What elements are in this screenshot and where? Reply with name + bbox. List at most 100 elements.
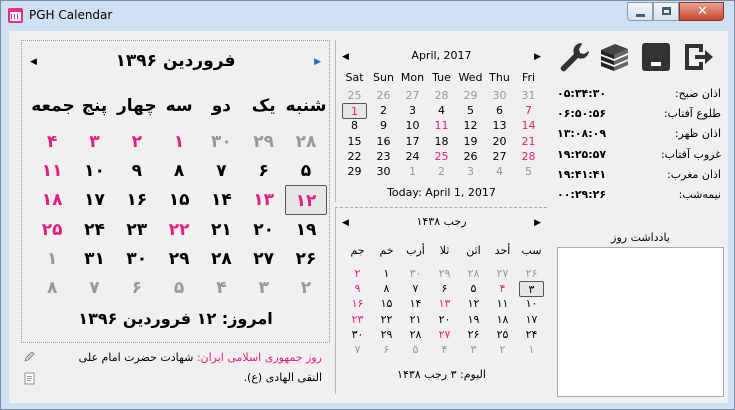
persian-day-cell[interactable]: ۷ — [200, 156, 242, 186]
persian-day-cell[interactable]: ۲ — [116, 127, 158, 157]
persian-day-cell[interactable]: ۸ — [31, 273, 73, 303]
persian-day-cell[interactable]: ۲۷ — [243, 244, 285, 274]
persian-day-cell[interactable]: ۱۸ — [31, 185, 73, 215]
day-cell[interactable]: 1 — [400, 164, 425, 180]
memo-box[interactable] — [557, 247, 724, 397]
day-cell[interactable]: ۴ — [432, 342, 457, 358]
persian-day-cell[interactable]: ۱۹ — [285, 215, 327, 245]
day-cell[interactable]: 21 — [516, 134, 541, 150]
persian-day-cell[interactable]: ۲۰ — [243, 215, 285, 245]
day-cell[interactable]: 3 — [400, 103, 425, 119]
day-cell[interactable]: ۱۲ — [461, 296, 486, 312]
day-cell[interactable]: 25 — [342, 88, 367, 104]
day-cell[interactable]: 5 — [516, 164, 541, 180]
day-cell[interactable]: 19 — [458, 134, 483, 150]
day-cell[interactable]: 29 — [458, 88, 483, 104]
day-cell[interactable]: ۲۳ — [345, 312, 370, 328]
day-cell[interactable]: 16 — [371, 134, 396, 150]
persian-day-cell[interactable]: ۲۹ — [158, 244, 200, 274]
day-cell[interactable]: 20 — [487, 134, 512, 150]
persian-day-cell[interactable]: ۴ — [200, 273, 242, 303]
day-cell[interactable]: ۲۱ — [403, 312, 428, 328]
persian-day-cell[interactable]: ۲۹ — [243, 127, 285, 157]
persian-day-cell[interactable]: ۲۱ — [200, 215, 242, 245]
day-cell[interactable]: 28 — [429, 88, 454, 104]
document-icon[interactable] — [24, 372, 36, 385]
day-cell[interactable]: ۱۴ — [403, 296, 428, 312]
persian-day-cell[interactable]: ۲۲ — [158, 215, 200, 245]
exit-icon[interactable] — [681, 40, 715, 74]
day-cell[interactable]: 28 — [516, 149, 541, 165]
day-cell[interactable]: ۵ — [461, 281, 486, 297]
day-cell[interactable]: ۴ — [490, 281, 515, 297]
day-cell[interactable]: 9 — [371, 118, 396, 134]
persian-day-cell[interactable]: ۸ — [158, 156, 200, 186]
day-cell[interactable]: ۱۰ — [519, 296, 544, 312]
books-icon[interactable] — [597, 40, 631, 74]
maximize-button[interactable] — [653, 2, 679, 21]
persian-day-cell[interactable]: ۲۳ — [116, 215, 158, 245]
persian-day-cell[interactable]: ۲۸ — [285, 127, 327, 157]
day-cell[interactable]: 26 — [458, 149, 483, 165]
persian-day-cell[interactable]: ۱ — [31, 244, 73, 274]
persian-day-cell[interactable]: ۳ — [243, 273, 285, 303]
day-cell[interactable]: ۲۸ — [403, 327, 428, 343]
day-cell[interactable]: ۲۴ — [519, 327, 544, 343]
day-cell[interactable]: 24 — [400, 149, 425, 165]
persian-day-cell[interactable]: ۱۷ — [74, 185, 116, 215]
persian-day-cell[interactable]: ۳۰ — [116, 244, 158, 274]
day-cell[interactable]: ۲۵ — [490, 327, 515, 343]
day-cell[interactable]: ۱۵ — [374, 296, 399, 312]
day-cell[interactable]: ۲ — [490, 342, 515, 358]
persian-day-cell[interactable]: ۳۱ — [74, 244, 116, 274]
persian-day-cell[interactable]: ۲۶ — [285, 244, 327, 274]
day-cell[interactable]: 17 — [400, 134, 425, 150]
day-cell[interactable]: ۲۷ — [490, 266, 515, 282]
day-cell[interactable]: 2 — [371, 103, 396, 119]
day-cell[interactable]: ۷ — [345, 342, 370, 358]
day-cell[interactable]: ۲ — [345, 266, 370, 282]
day-cell[interactable]: ۲۸ — [461, 266, 486, 282]
day-cell[interactable]: ۲۶ — [461, 327, 486, 343]
day-cell[interactable]: ۵ — [403, 342, 428, 358]
persian-day-cell[interactable]: ۱۳ — [243, 185, 285, 215]
persian-today-label[interactable]: امروز: ۱۲ فروردین ۱۳۹۶ — [22, 309, 329, 328]
gregorian-today-label[interactable]: Today: April 1, 2017 — [336, 186, 547, 199]
day-cell[interactable]: 30 — [371, 164, 396, 180]
minimize-tray-icon[interactable] — [639, 40, 673, 74]
persian-day-cell[interactable]: ۱۱ — [31, 156, 73, 186]
pencil-icon[interactable] — [24, 350, 36, 362]
persian-day-cell[interactable]: ۲۴ — [74, 215, 116, 245]
close-button[interactable]: ✕ — [679, 2, 724, 21]
day-cell[interactable]: ۲۹ — [432, 266, 457, 282]
title-bar[interactable]: PGH Calendar ✕ — [1, 1, 734, 31]
persian-day-cell[interactable]: ۷ — [74, 273, 116, 303]
persian-day-cell[interactable]: ۱ — [158, 127, 200, 157]
day-cell[interactable]: ۱۱ — [490, 296, 515, 312]
day-cell[interactable]: ۱ — [519, 342, 544, 358]
day-cell[interactable]: 27 — [487, 149, 512, 165]
day-cell[interactable]: 4 — [487, 164, 512, 180]
day-cell[interactable]: 12 — [458, 118, 483, 134]
persian-day-cell[interactable]: ۲۵ — [31, 215, 73, 245]
day-cell[interactable]: 13 — [487, 118, 512, 134]
persian-day-cell[interactable]: ۴ — [31, 127, 73, 157]
persian-day-cell[interactable]: ۱۴ — [200, 185, 242, 215]
day-cell[interactable]: 27 — [400, 88, 425, 104]
day-cell[interactable]: 7 — [516, 103, 541, 119]
day-cell[interactable]: ۳ — [519, 281, 544, 298]
day-cell[interactable]: ۶ — [432, 281, 457, 297]
day-cell[interactable]: 2 — [429, 164, 454, 180]
day-cell[interactable]: 3 — [458, 164, 483, 180]
day-cell[interactable]: 26 — [371, 88, 396, 104]
day-cell[interactable]: 11 — [429, 118, 454, 134]
wrench-icon[interactable] — [557, 40, 591, 74]
day-cell[interactable]: 14 — [516, 118, 541, 134]
day-cell[interactable]: ۲۲ — [374, 312, 399, 328]
persian-day-cell[interactable]: ۶ — [116, 273, 158, 303]
day-cell[interactable]: 15 — [342, 134, 367, 150]
day-cell[interactable]: ۶ — [374, 342, 399, 358]
day-cell[interactable]: 31 — [516, 88, 541, 104]
persian-day-cell[interactable]: ۱۵ — [158, 185, 200, 215]
persian-day-cell[interactable]: ۱۶ — [116, 185, 158, 215]
